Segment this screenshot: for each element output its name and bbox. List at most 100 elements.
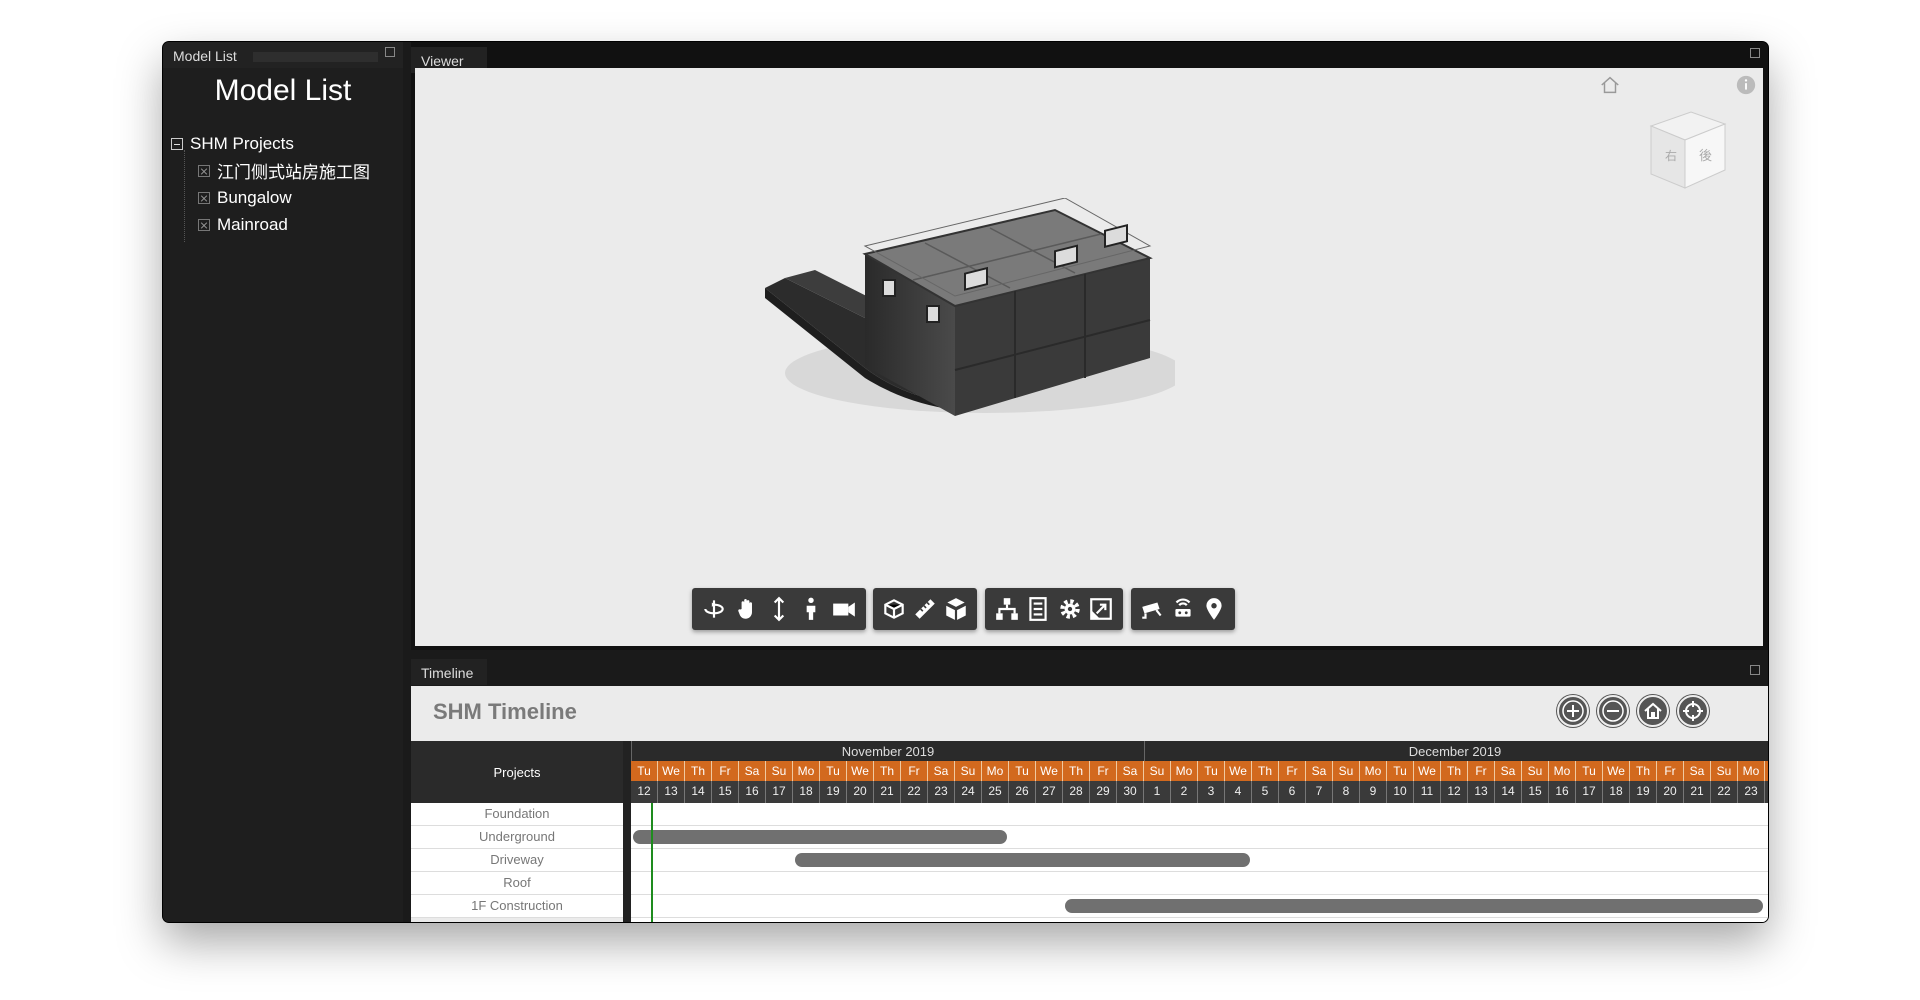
task-bar[interactable] bbox=[1065, 899, 1763, 913]
timeline-tab[interactable]: Timeline bbox=[411, 659, 487, 685]
tree-item[interactable]: Bungalow bbox=[171, 184, 370, 211]
project-row-label[interactable]: Underground bbox=[411, 826, 623, 849]
weekday-cell: Th bbox=[1441, 761, 1468, 781]
weekday-cell: Su bbox=[766, 761, 793, 781]
zoom-out-icon[interactable] bbox=[1597, 695, 1629, 727]
svg-text:右: 右 bbox=[1665, 148, 1677, 163]
checkbox-icon[interactable] bbox=[198, 191, 210, 204]
gantt-chart[interactable]: November 2019 December 2019 Tu We Th Fr Sa Su M… bbox=[631, 741, 1768, 922]
task-bar[interactable] bbox=[633, 830, 1007, 844]
weekday-cell: Fr bbox=[1279, 761, 1306, 781]
settings-icon[interactable] bbox=[1054, 588, 1086, 630]
date-cell: 28 bbox=[1063, 781, 1090, 803]
projects-header: Projects bbox=[411, 741, 623, 803]
weekday-cell: Tu bbox=[1576, 761, 1603, 781]
checkbox-icon[interactable] bbox=[198, 164, 210, 177]
date-cell: 30 bbox=[1117, 781, 1144, 803]
timeline-panel: Timeline SHM Timeline Projects Foundatio… bbox=[411, 659, 1768, 922]
collapse-icon[interactable] bbox=[171, 137, 183, 150]
date-cell: 3 bbox=[1198, 781, 1225, 803]
target-icon[interactable] bbox=[1677, 695, 1709, 727]
date-cell: 20 bbox=[847, 781, 874, 803]
project-row-label[interactable]: 1F Construction bbox=[411, 895, 623, 918]
maximize-panel-icon[interactable] bbox=[385, 47, 395, 57]
zoom-in-icon[interactable] bbox=[1557, 695, 1589, 727]
weekday-cell: Fr bbox=[1468, 761, 1495, 781]
maximize-panel-icon[interactable] bbox=[1750, 665, 1760, 675]
view-cube-icon[interactable]: 右 後 bbox=[1643, 104, 1733, 194]
viewer-panel: Viewer 右 後 bbox=[411, 42, 1768, 650]
date-cell: 23 bbox=[928, 781, 955, 803]
weekday-cell: Mo bbox=[793, 761, 820, 781]
project-row-label[interactable]: Roof bbox=[411, 872, 623, 895]
date-cell: 15 bbox=[712, 781, 739, 803]
tab-drag-strip[interactable] bbox=[253, 52, 378, 62]
date-cell: 24 bbox=[955, 781, 982, 803]
first-person-icon[interactable] bbox=[795, 588, 827, 630]
building-3d-model[interactable] bbox=[755, 198, 1175, 418]
date-cell: 22 bbox=[901, 781, 928, 803]
3d-viewport[interactable]: 右 後 bbox=[415, 68, 1763, 646]
tree-root[interactable]: SHM Projects bbox=[171, 130, 370, 157]
dolly-icon[interactable] bbox=[763, 588, 795, 630]
weekday-cell: Sa bbox=[1117, 761, 1144, 781]
camera-icon[interactable] bbox=[828, 588, 860, 630]
weekday-cell: We bbox=[658, 761, 685, 781]
tree-item-label: 江门侧式站房施工图 bbox=[217, 163, 370, 182]
model-toolbar bbox=[985, 588, 1123, 630]
navigation-toolbar bbox=[692, 588, 866, 630]
weekday-cell: Su bbox=[1522, 761, 1549, 781]
weekday-cell: We bbox=[1225, 761, 1252, 781]
gantt-rows bbox=[631, 803, 1768, 922]
weekday-cell: Sa bbox=[739, 761, 766, 781]
project-row-label[interactable]: Foundation bbox=[411, 803, 623, 826]
weekday-cell: Th bbox=[1252, 761, 1279, 781]
home-icon[interactable] bbox=[1637, 695, 1669, 727]
tree-item-label: Bungalow bbox=[217, 187, 292, 207]
weekday-cell: We bbox=[1603, 761, 1630, 781]
explode-icon[interactable] bbox=[940, 588, 971, 630]
date-cell: 26 bbox=[1009, 781, 1036, 803]
date-header: 12 13 14 15 16 17 18 19 20 21 22 23 24 25 26 27 28 29 30 1 2… bbox=[631, 781, 1768, 803]
column-splitter[interactable] bbox=[623, 741, 631, 922]
date-cell: 18 bbox=[793, 781, 820, 803]
weekday-cell: Fr bbox=[901, 761, 928, 781]
date-cell: 19 bbox=[1630, 781, 1657, 803]
maximize-panel-icon[interactable] bbox=[1750, 48, 1760, 58]
gantt-row bbox=[631, 803, 1768, 826]
pan-icon[interactable] bbox=[730, 588, 762, 630]
sensor-icon[interactable] bbox=[1168, 588, 1199, 630]
properties-icon[interactable] bbox=[1023, 588, 1055, 630]
gantt-row bbox=[631, 872, 1768, 895]
tree-item[interactable]: Mainroad bbox=[171, 211, 370, 238]
panel-title: Model List bbox=[214, 74, 352, 107]
tree-item-label: Mainroad bbox=[217, 214, 288, 234]
model-browser-icon[interactable] bbox=[991, 588, 1023, 630]
month-label: November 2019 bbox=[631, 741, 1144, 761]
cctv-icon[interactable] bbox=[1137, 588, 1168, 630]
date-cell: 9 bbox=[1360, 781, 1387, 803]
tree-item[interactable]: 江门侧式站房施工图 bbox=[171, 157, 370, 184]
project-row-label[interactable]: Driveway bbox=[411, 849, 623, 872]
home-view-icon[interactable] bbox=[1599, 74, 1621, 96]
orbit-icon[interactable] bbox=[698, 588, 730, 630]
date-cell: 6 bbox=[1279, 781, 1306, 803]
date-cell: 17 bbox=[766, 781, 793, 803]
location-pin-icon[interactable] bbox=[1198, 588, 1229, 630]
weekday-cell: Sa bbox=[1495, 761, 1522, 781]
weekday-cell: Mo bbox=[1360, 761, 1387, 781]
app-window: Model List Model List SHM Projects 江门侧式站… bbox=[163, 42, 1768, 922]
task-bar[interactable] bbox=[795, 853, 1250, 867]
measure-icon[interactable] bbox=[910, 588, 941, 630]
section-icon[interactable] bbox=[879, 588, 910, 630]
checkbox-icon[interactable] bbox=[198, 218, 210, 231]
timeline-title: SHM Timeline bbox=[433, 699, 577, 724]
weekday-cell: Th bbox=[874, 761, 901, 781]
date-cell: 10 bbox=[1387, 781, 1414, 803]
weekday-cell: Tu bbox=[631, 761, 658, 781]
info-icon[interactable] bbox=[1735, 74, 1757, 96]
timeline-body: SHM Timeline Projects Foundation Undergr… bbox=[411, 686, 1768, 922]
fullscreen-icon[interactable] bbox=[1086, 588, 1118, 630]
weekday-cell: Su bbox=[955, 761, 982, 781]
month-header: November 2019 December 2019 bbox=[631, 741, 1768, 761]
